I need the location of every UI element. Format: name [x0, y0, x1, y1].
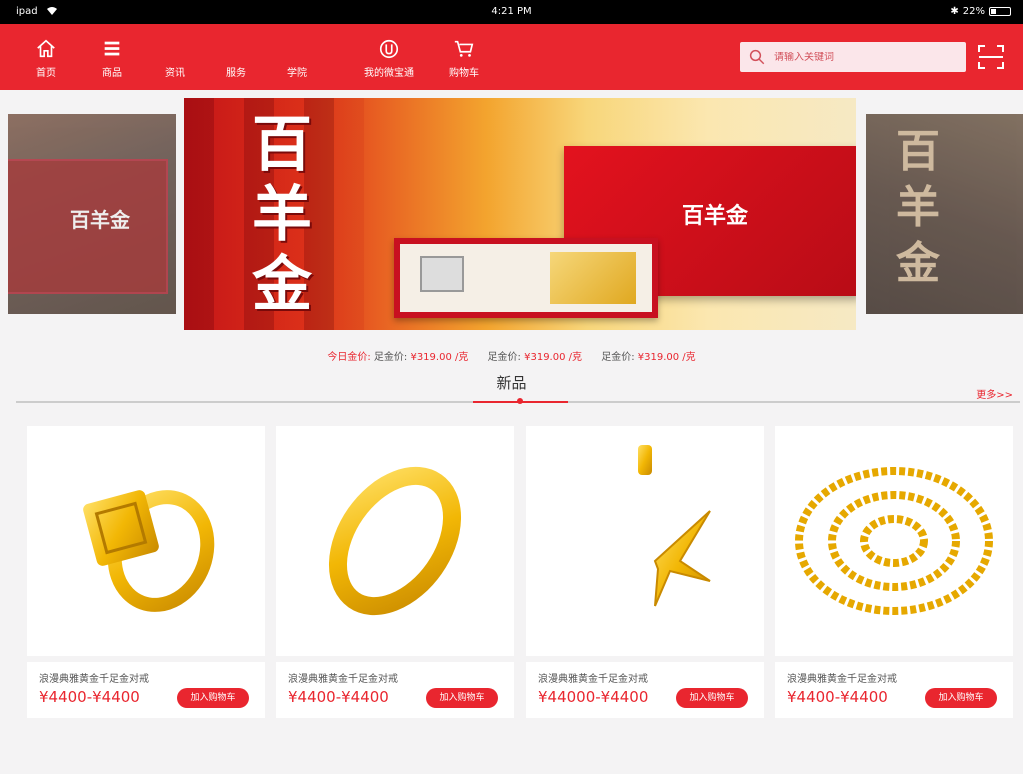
- banner-title: 百羊金: [252, 110, 312, 320]
- product-price: ¥4400-¥4400: [787, 688, 888, 706]
- ticker-label: 足金价:: [601, 352, 635, 363]
- nav-products[interactable]: 商品: [80, 24, 144, 90]
- gold-price-ticker: 今日金价: 足金价: ¥319.00 /克 足金价: ¥319.00 /克 足金…: [0, 348, 1023, 363]
- battery-percent: 22%: [962, 6, 985, 17]
- section-indicator-dot: [517, 398, 523, 404]
- product-card[interactable]: 浪漫典雅黄金千足金对戒 ¥4400-¥4400 加入购物车: [27, 426, 265, 718]
- product-name: 浪漫典雅黄金千足金对戒: [787, 674, 897, 685]
- nav-cart-label: 购物车: [449, 68, 479, 79]
- account-logo-icon: [379, 39, 399, 59]
- add-to-cart-button[interactable]: 加入购物车: [676, 688, 748, 708]
- nav-academy-label: 学院: [287, 68, 307, 79]
- product-price: ¥44000-¥4400: [538, 688, 649, 706]
- product-name: 浪漫典雅黄金千足金对戒: [538, 674, 648, 685]
- product-price: ¥4400-¥4400: [39, 688, 140, 706]
- ticker-label: 足金价:: [373, 352, 408, 363]
- scan-button[interactable]: [975, 42, 1007, 72]
- bluetooth-icon: ✱: [950, 6, 959, 17]
- status-time: 4:21 PM: [491, 6, 532, 17]
- product-price: ¥4400-¥4400: [288, 688, 389, 706]
- nav-home[interactable]: 首页: [14, 24, 78, 90]
- product-image-gold-moon-pendant[interactable]: [526, 426, 764, 656]
- product-name: 浪漫典雅黄金千足金对戒: [288, 674, 398, 685]
- card-separator: [27, 656, 265, 662]
- nav-my-account[interactable]: 我的微宝通: [349, 24, 429, 90]
- product-image-gold-ring[interactable]: [27, 426, 265, 656]
- add-to-cart-button[interactable]: 加入购物车: [177, 688, 249, 708]
- nav-my-account-label: 我的微宝通: [364, 68, 414, 79]
- ticker-price: ¥319.00 /克: [637, 352, 696, 363]
- product-image-gold-chain[interactable]: [775, 426, 1013, 656]
- cart-icon: [454, 40, 474, 57]
- nav-service[interactable]: 服务: [204, 24, 268, 90]
- section-title: 新品: [496, 374, 527, 392]
- ticker-prefix: 今日金价:: [327, 352, 371, 363]
- gold-bar-image: [550, 252, 636, 304]
- product-card[interactable]: 浪漫典雅黄金千足金对戒 ¥4400-¥4400 加入购物车: [775, 426, 1013, 718]
- search-icon: [749, 49, 765, 65]
- card-separator: [276, 656, 514, 662]
- nav-home-label: 首页: [36, 68, 56, 79]
- scan-icon: [978, 45, 1004, 69]
- search-box[interactable]: [740, 42, 966, 72]
- banner-slide-prev[interactable]: 百羊金: [8, 114, 176, 314]
- add-to-cart-button[interactable]: 加入购物车: [925, 688, 997, 708]
- home-icon: [37, 39, 55, 58]
- nav-service-label: 服务: [226, 68, 246, 79]
- product-name: 浪漫典雅黄金千足金对戒: [39, 674, 149, 685]
- nav-cart[interactable]: 购物车: [432, 24, 496, 90]
- status-bar: ipad 4:21 PM ✱ 22%: [0, 0, 1023, 24]
- nav-products-label: 商品: [102, 68, 122, 79]
- card-separator: [775, 656, 1013, 662]
- banner-slide-next[interactable]: 百羊金: [866, 114, 1023, 314]
- card-separator: [526, 656, 764, 662]
- banner-next-text: 百羊金: [896, 126, 940, 289]
- ticker-price: ¥319.00 /克: [524, 352, 583, 363]
- product-image-gold-band[interactable]: [276, 426, 514, 656]
- more-link[interactable]: 更多>>: [976, 386, 1013, 401]
- banner-carousel[interactable]: 百羊金 百羊金 百羊金 百羊金: [0, 90, 1023, 342]
- ticker-label: 足金价:: [487, 352, 521, 363]
- product-card[interactable]: 浪漫典雅黄金千足金对戒 ¥44000-¥4400 加入购物车: [526, 426, 764, 718]
- battery-icon: [989, 7, 1011, 16]
- search-input[interactable]: [774, 51, 954, 63]
- product-card[interactable]: 浪漫典雅黄金千足金对戒 ¥4400-¥4400 加入购物车: [276, 426, 514, 718]
- add-to-cart-button[interactable]: 加入购物车: [426, 688, 498, 708]
- ticker-price: ¥319.00 /克: [410, 352, 469, 363]
- nav-news-label: 资讯: [165, 68, 185, 79]
- banner-slide-active[interactable]: 百羊金 百羊金: [184, 98, 856, 330]
- open-gold-bar-box: [394, 238, 658, 318]
- menu-list-icon: [104, 41, 120, 56]
- banner-prev-text: 百羊金: [70, 208, 130, 232]
- nav-news[interactable]: 资讯: [143, 24, 207, 90]
- stamp-image: [420, 256, 464, 292]
- box-brand-text: 百羊金: [682, 203, 749, 229]
- nav-academy[interactable]: 学院: [265, 24, 329, 90]
